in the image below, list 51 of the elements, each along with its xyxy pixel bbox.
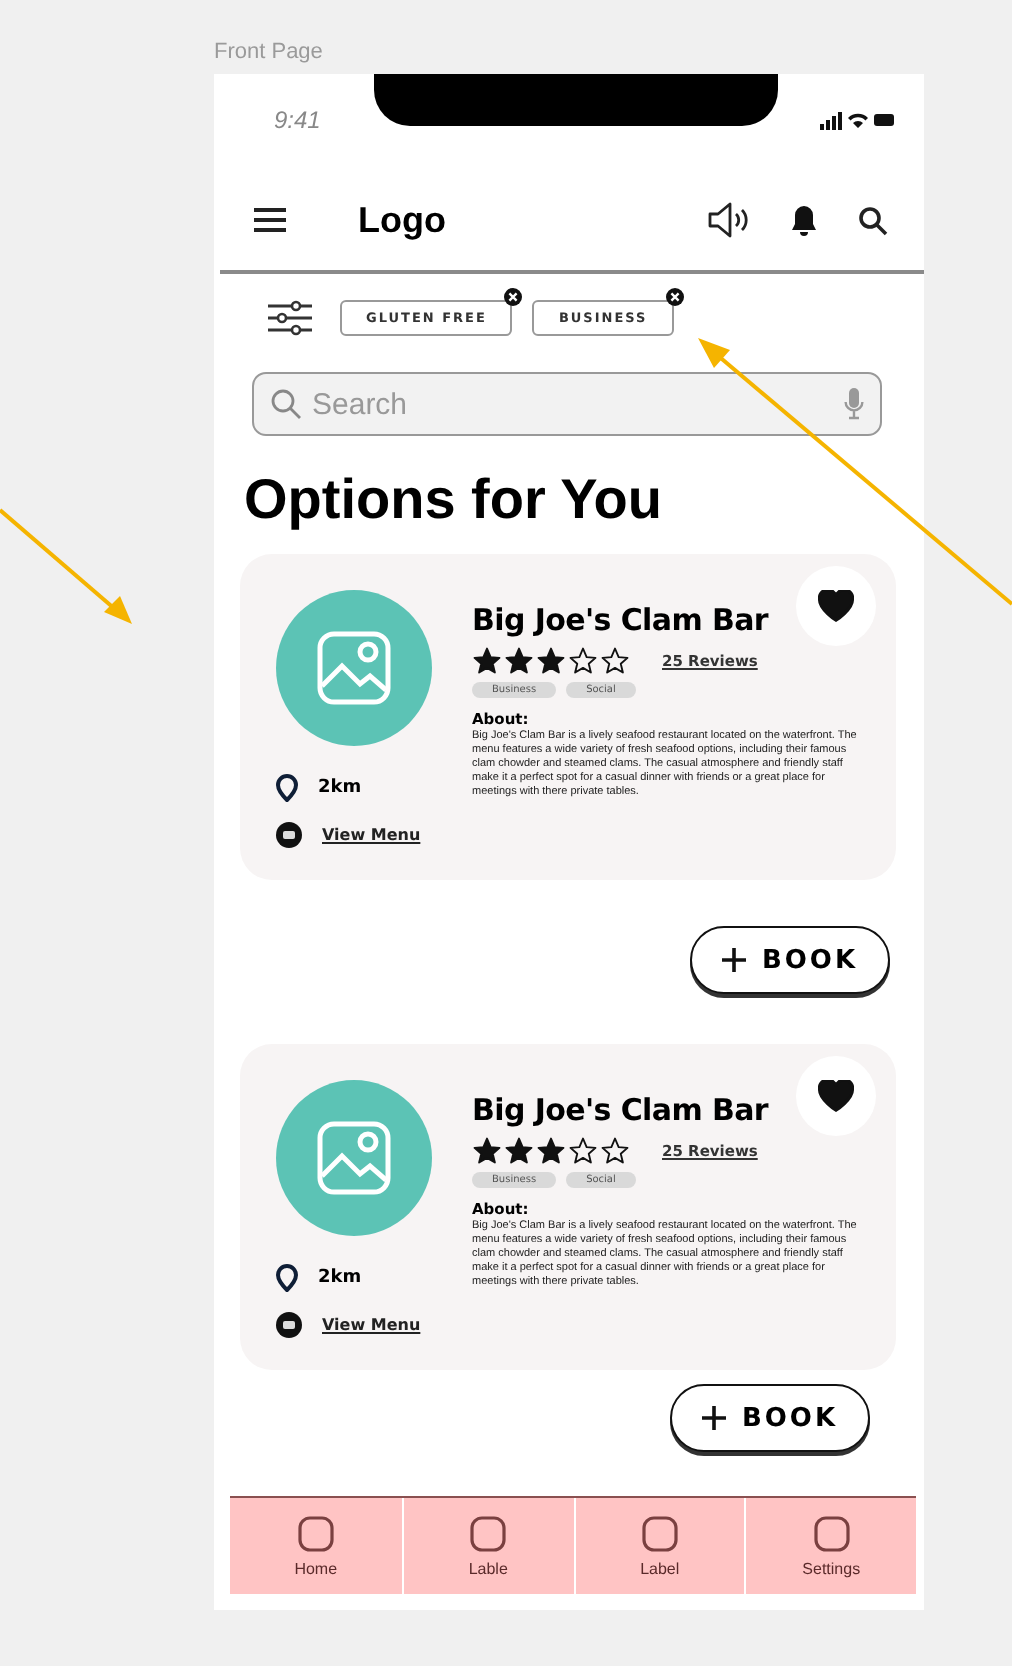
filled-star-icon	[472, 1136, 502, 1166]
empty-star-icon	[600, 646, 630, 676]
plus-icon	[701, 1406, 726, 1430]
menu-book-icon	[276, 1312, 302, 1338]
bell-icon[interactable]	[790, 204, 818, 236]
placeholder-square-icon	[813, 1515, 850, 1551]
status-time: 9:41	[274, 106, 321, 134]
location-pin-icon	[276, 1264, 298, 1292]
view-menu-link[interactable]: View Menu	[322, 1316, 421, 1334]
logo: Logo	[358, 199, 448, 241]
filled-star-icon	[536, 1136, 566, 1166]
restaurant-name: Big Joe's Clam Bar	[472, 602, 771, 638]
favorite-button[interactable]	[796, 1056, 876, 1136]
tab-item[interactable]: Lable	[401, 1498, 573, 1594]
filled-star-icon	[472, 646, 502, 676]
section-heading: Options for You	[244, 466, 664, 534]
tab-item[interactable]: Home	[230, 1498, 402, 1594]
plus-icon	[721, 948, 746, 972]
search-bar[interactable]: Search	[252, 372, 882, 436]
book-button[interactable]: BOOK	[670, 1384, 870, 1452]
image-placeholder-icon	[276, 590, 432, 746]
image-placeholder-icon	[276, 1080, 432, 1236]
distance-text: 2km	[318, 778, 362, 798]
status-icons	[820, 110, 896, 130]
filled-star-icon	[536, 646, 566, 676]
empty-star-icon	[600, 1136, 630, 1166]
restaurant-name: Big Joe's Clam Bar	[472, 1092, 771, 1128]
search-icon	[270, 388, 302, 420]
placeholder-square-icon	[470, 1515, 507, 1551]
filled-star-icon	[504, 1136, 534, 1166]
placeholder-square-icon	[641, 1515, 678, 1551]
location-pin-icon	[276, 774, 298, 802]
remove-chip-icon[interactable]	[665, 287, 684, 305]
tab-item[interactable]: Settings	[744, 1498, 916, 1594]
frame-label: Front Page	[214, 40, 323, 64]
view-menu-link[interactable]: View Menu	[322, 826, 421, 844]
microphone-icon[interactable]	[844, 388, 864, 420]
search-icon[interactable]	[858, 205, 888, 235]
filled-star-icon	[504, 646, 534, 676]
favorite-button[interactable]	[796, 566, 876, 646]
placeholder-square-icon	[297, 1515, 334, 1551]
search-field[interactable]: Search	[312, 387, 834, 421]
filter-sliders-icon[interactable]	[268, 299, 312, 335]
book-button[interactable]: BOOK	[690, 926, 890, 994]
annotation-arrow	[0, 508, 132, 624]
menu-book-icon	[276, 822, 302, 848]
remove-chip-icon[interactable]	[504, 287, 523, 305]
distance-text: 2km	[318, 1268, 362, 1288]
menu-icon[interactable]	[254, 208, 286, 232]
speaker-icon[interactable]	[706, 202, 754, 238]
tab-item[interactable]: Label	[573, 1498, 745, 1594]
